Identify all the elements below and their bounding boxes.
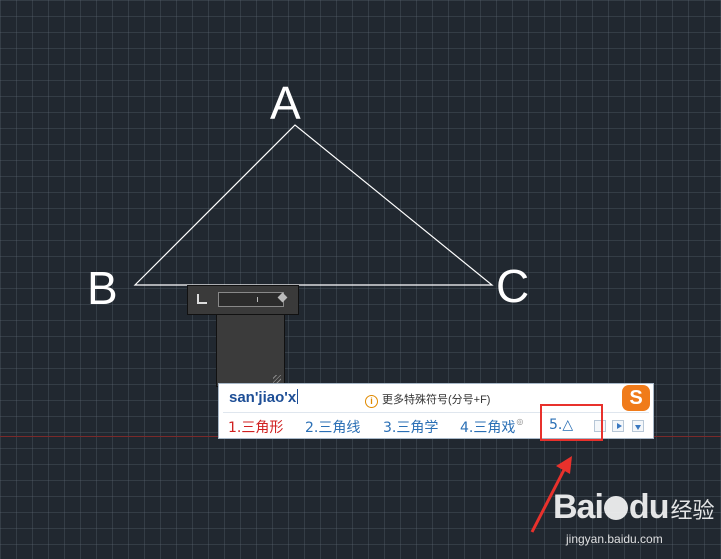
chevron-right-icon: [617, 423, 622, 429]
dimension-input-toolbar: [187, 285, 299, 315]
vertex-label-b: B: [87, 262, 118, 314]
watermark-jingyan: 经验: [670, 499, 715, 524]
vertex-label-a: A: [270, 77, 301, 129]
watermark-brand-suffix: du: [628, 488, 670, 526]
tip-text: 更多特殊符号(分号+F): [382, 394, 491, 406]
ime-composition-string: san'jiao'x: [229, 389, 299, 406]
baidu-paw-icon: [603, 496, 628, 520]
page-next-button[interactable]: [612, 420, 624, 432]
resize-grip-icon[interactable]: [273, 375, 281, 383]
special-symbols-tip[interactable]: i 更多特殊符号(分号+F): [365, 391, 490, 408]
candidate-4[interactable]: 4.三角戏◎: [460, 417, 523, 437]
watermark-url: jingyan.baidu.com: [566, 532, 663, 546]
dimension-dropdown-panel[interactable]: [216, 315, 285, 387]
angle-corner-icon[interactable]: [197, 294, 207, 304]
candidate-3[interactable]: 3.三角学: [383, 417, 438, 437]
candidate-1[interactable]: 1.三角形: [228, 417, 283, 437]
watermark-brand: Bai: [553, 488, 604, 526]
candidate-2[interactable]: 2.三角线: [305, 417, 360, 437]
baidu-jingyan-watermark: Bai du经验: [553, 488, 714, 527]
candidate-4-label: 4.三角戏: [460, 420, 516, 436]
info-circle-icon: i: [365, 395, 378, 408]
input-cursor-tick: [257, 297, 258, 302]
candidate-4-mark: ◎: [516, 417, 524, 426]
chevron-down-icon: [635, 425, 641, 430]
text-caret: [297, 389, 299, 404]
triangle-shape[interactable]: [133, 124, 494, 286]
expand-candidates-button[interactable]: [632, 420, 644, 432]
length-input-field[interactable]: [218, 292, 284, 307]
sogou-logo-icon[interactable]: S: [622, 385, 650, 411]
ime-composition-text: san'jiao'x: [229, 389, 297, 406]
candidate-highlight-box: [540, 404, 603, 441]
vertex-label-c: C: [496, 260, 530, 312]
